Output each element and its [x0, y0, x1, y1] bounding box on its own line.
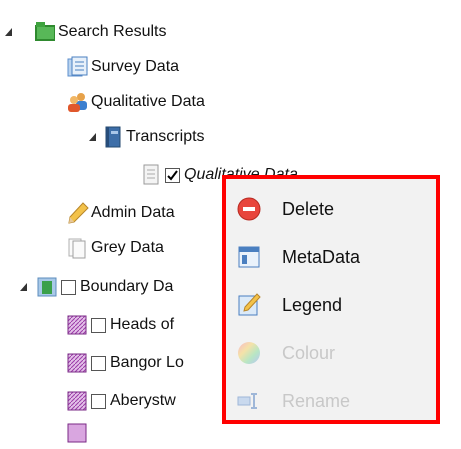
purple-hatch-icon — [67, 422, 89, 444]
grey-pages-icon — [67, 237, 89, 259]
tree-node-search-results[interactable]: Search Results — [2, 17, 167, 47]
survey-data-icon — [67, 56, 89, 78]
layer-checkbox[interactable] — [61, 279, 76, 295]
layer-checkbox[interactable] — [91, 317, 106, 333]
menu-item-legend[interactable]: Legend — [226, 285, 436, 325]
tree-node-partial — [67, 418, 91, 448]
tree-node-survey-data[interactable]: Survey Data — [67, 52, 179, 82]
layer-checkbox[interactable] — [165, 167, 180, 183]
tree-node-transcripts[interactable]: Transcripts — [86, 122, 205, 152]
tree-node-grey-data[interactable]: Grey Data — [67, 233, 164, 263]
tree-node-label: Qualitative Data — [91, 93, 205, 110]
tree-node-label: Aberystw — [110, 392, 176, 409]
purple-hatch-icon — [67, 314, 89, 336]
tree-node-label: Survey Data — [91, 58, 180, 75]
layer-checkbox[interactable] — [91, 355, 106, 371]
layer-checkbox[interactable] — [91, 393, 106, 409]
menu-item-metadata[interactable]: MetaData — [226, 237, 436, 277]
tree-node-label: Search Results — [58, 23, 167, 40]
tree-node-label: Transcripts — [126, 128, 205, 145]
menu-item-label: Legend — [282, 294, 343, 315]
menu-item-label: Delete — [282, 198, 335, 219]
colour-wheel-icon — [236, 340, 262, 366]
menu-item-label: MetaData — [282, 246, 361, 267]
tree-node-heads-of[interactable]: Heads of — [67, 310, 174, 340]
rename-icon — [236, 388, 262, 414]
legend-icon — [236, 292, 262, 318]
tree-node-label: Admin Data — [91, 204, 175, 221]
people-icon — [67, 91, 89, 113]
menu-item-rename[interactable]: Rename — [226, 381, 436, 421]
menu-item-delete[interactable]: Delete — [226, 189, 436, 229]
purple-hatch-icon — [67, 352, 89, 374]
expand-triangle-icon[interactable] — [86, 130, 100, 144]
menu-item-colour[interactable]: Colour — [226, 333, 436, 373]
menu-item-label: Colour — [282, 342, 336, 363]
purple-hatch-icon — [67, 390, 89, 412]
expand-triangle-icon[interactable] — [2, 25, 16, 39]
metadata-icon — [236, 244, 262, 270]
tree-node-label: Bangor Lo — [110, 354, 184, 371]
green-folder-icon — [34, 21, 56, 43]
tree-node-bangor[interactable]: Bangor Lo — [67, 348, 184, 378]
document-icon — [141, 164, 163, 186]
pencil-icon — [67, 202, 89, 224]
menu-item-label: Rename — [282, 390, 351, 411]
tree-node-label: Grey Data — [91, 239, 164, 256]
tree-node-label: Boundary Da — [80, 278, 174, 295]
tree-node-admin-data[interactable]: Admin Data — [67, 198, 175, 228]
book-icon — [102, 126, 124, 148]
expand-triangle-icon[interactable] — [17, 280, 31, 294]
tree-node-qualitative-data[interactable]: Qualitative Data — [67, 87, 205, 117]
delete-icon — [236, 196, 262, 222]
tree-node-label: Heads of — [110, 316, 175, 333]
boundary-layer-icon — [37, 276, 59, 298]
tree-node-boundary-data[interactable]: Boundary Da — [17, 272, 173, 302]
context-menu: Delete MetaData Legend Colour Rename — [222, 175, 440, 424]
tree-node-aberystwyth[interactable]: Aberystw — [67, 386, 176, 416]
